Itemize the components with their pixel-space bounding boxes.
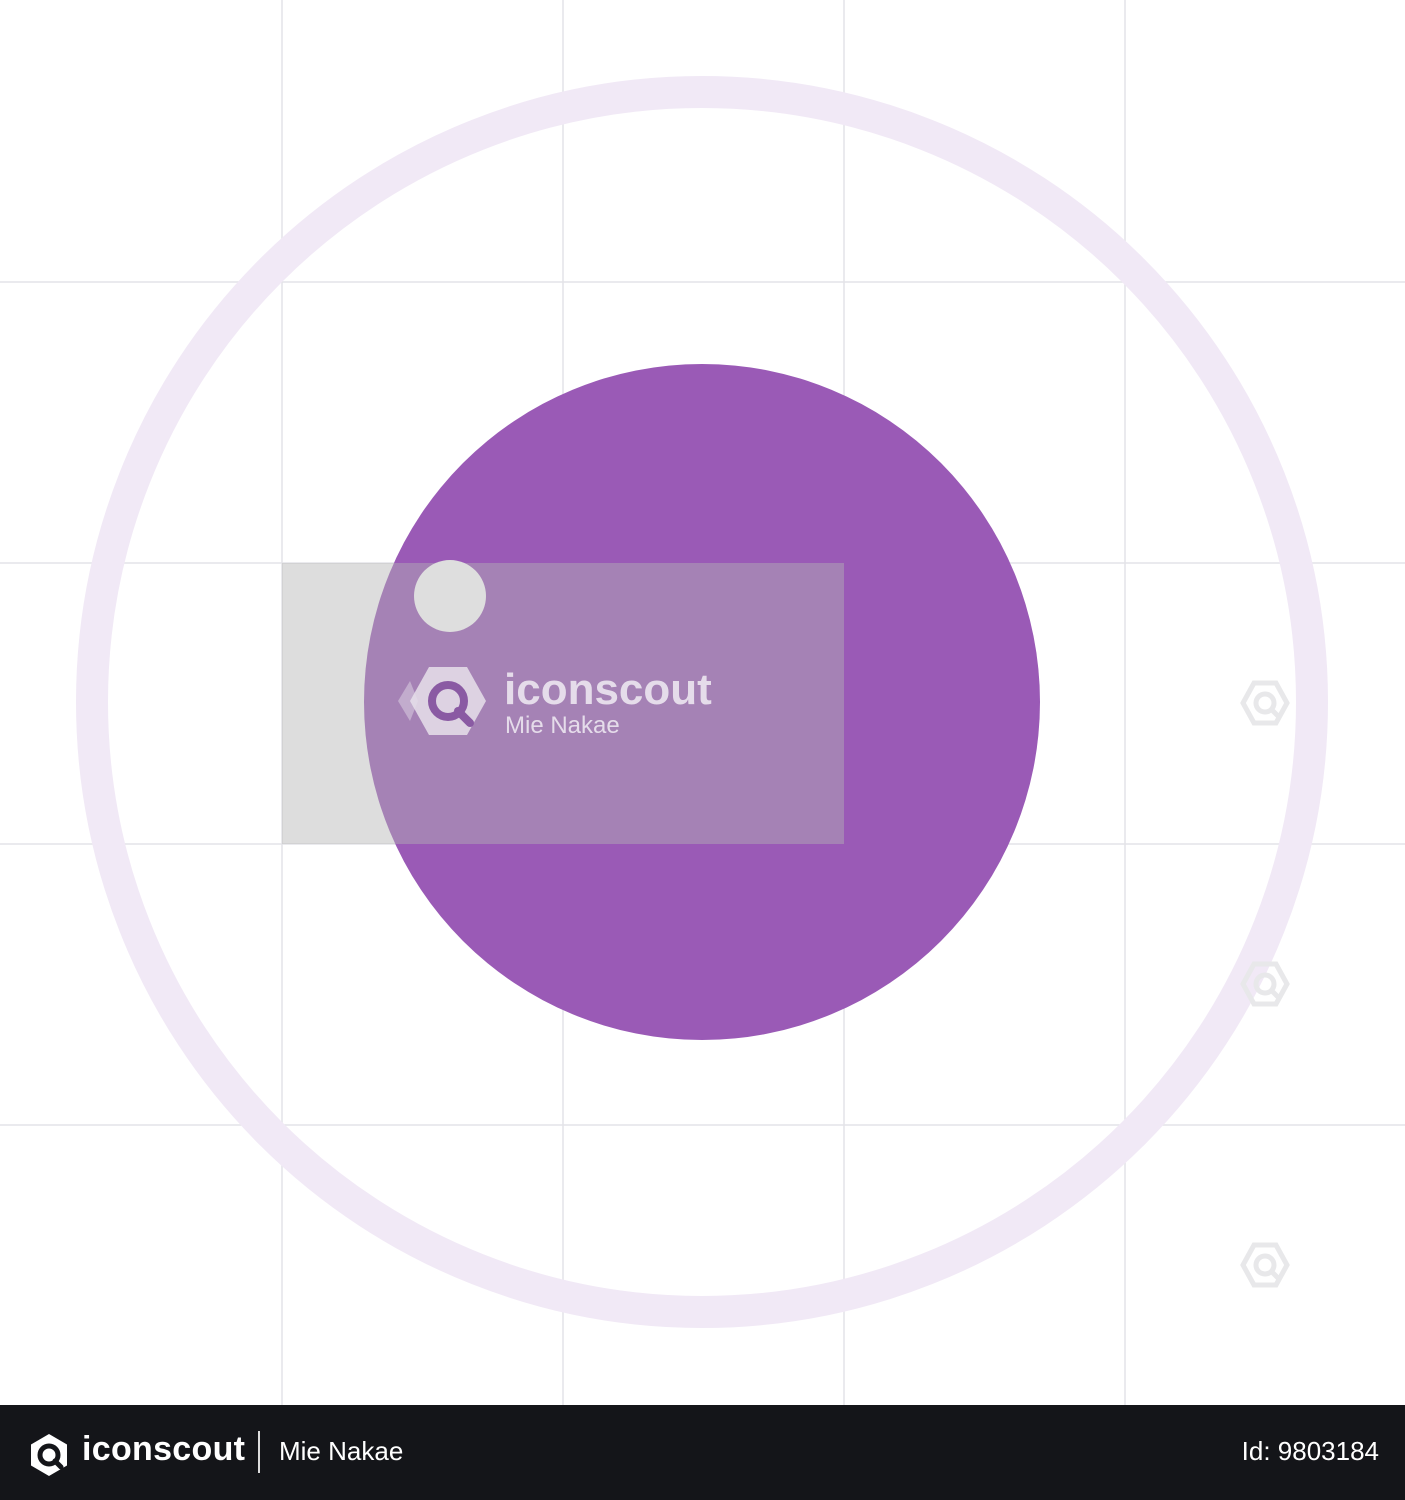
iconscout-logo-icon [31,1434,67,1476]
footer-author: Mie Nakae [279,1436,404,1466]
illustration-canvas: iconscout Mie Nakae [0,0,1405,1405]
watermark-hexagon-icon [1240,1242,1290,1288]
footer-bar: iconscout Mie Nakae Id: 9803184 [0,1405,1405,1500]
watermark-brand: iconscout [504,665,712,714]
footer-asset-id: Id: 9803184 [1241,1436,1379,1466]
watermark-dot [414,560,486,632]
watermark-hexagon-icon [1240,680,1290,726]
footer-divider [258,1431,260,1473]
footer-brand: iconscout [82,1430,246,1468]
watermark-author: Mie Nakae [505,712,620,739]
